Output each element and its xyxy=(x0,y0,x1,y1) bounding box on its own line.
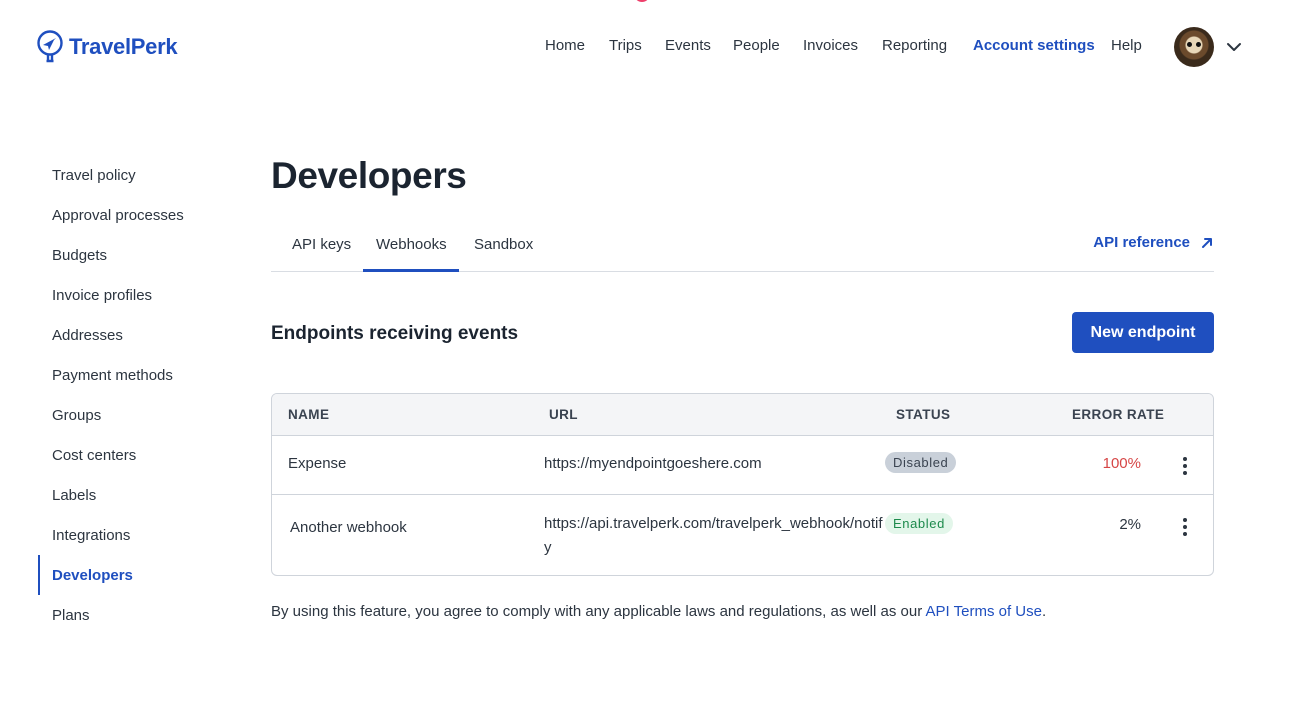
status-badge: Disabled xyxy=(885,452,957,473)
nav-help[interactable]: Help xyxy=(1111,37,1142,54)
section-title: Endpoints receiving events xyxy=(271,323,519,344)
new-endpoint-button[interactable]: New endpoint xyxy=(1072,312,1214,353)
sidebar-item-addresses[interactable]: Addresses xyxy=(38,315,238,355)
endpoints-table: NAME URL STATUS ERROR RATE Expense https… xyxy=(271,393,1214,576)
nav-reporting[interactable]: Reporting xyxy=(882,37,947,54)
column-header-name: NAME xyxy=(288,407,330,422)
table-row[interactable]: Expense https://myendpointgoeshere.com D… xyxy=(272,436,1213,495)
more-options-icon[interactable] xyxy=(1175,456,1195,476)
sidebar-item-developers[interactable]: Developers xyxy=(38,555,238,595)
sidebar-item-labels[interactable]: Labels xyxy=(38,475,238,515)
settings-sidebar: Travel policy Approval processes Budgets… xyxy=(38,155,238,635)
sidebar-item-payment-methods[interactable]: Payment methods xyxy=(38,355,238,395)
more-options-icon[interactable] xyxy=(1175,517,1195,537)
sidebar-item-budgets[interactable]: Budgets xyxy=(38,235,238,275)
terms-notice-text: By using this feature, you agree to comp… xyxy=(271,603,926,620)
status-badge: Enabled xyxy=(885,513,953,534)
sidebar-item-cost-centers[interactable]: Cost centers xyxy=(38,435,238,475)
tab-api-keys[interactable]: API keys xyxy=(292,236,351,253)
api-reference-label: API reference xyxy=(1093,234,1190,251)
sidebar-item-travel-policy[interactable]: Travel policy xyxy=(38,155,238,195)
column-header-error-rate: ERROR RATE xyxy=(1072,407,1165,422)
nav-trips[interactable]: Trips xyxy=(609,37,642,54)
sidebar-item-groups[interactable]: Groups xyxy=(38,395,238,435)
error-rate: 2% xyxy=(1119,516,1141,533)
terms-notice: By using this feature, you agree to comp… xyxy=(271,603,1046,620)
error-rate: 100% xyxy=(1102,455,1141,472)
top-header: TravelPerk Home Trips Events People Invo… xyxy=(0,0,1289,94)
nav-invoices[interactable]: Invoices xyxy=(803,37,858,54)
page-title: Developers xyxy=(271,155,467,196)
tab-webhooks[interactable]: Webhooks xyxy=(376,236,447,253)
sidebar-item-plans[interactable]: Plans xyxy=(38,595,238,635)
airplane-logo-icon xyxy=(37,30,63,63)
chevron-down-icon[interactable] xyxy=(1226,39,1242,55)
active-tab-indicator xyxy=(363,269,459,272)
table-row[interactable]: Another webhook https://api.travelperk.c… xyxy=(272,495,1213,575)
endpoint-name: Another webhook xyxy=(290,519,407,536)
sidebar-item-invoice-profiles[interactable]: Invoice profiles xyxy=(38,275,238,315)
endpoint-url: https://myendpointgoeshere.com xyxy=(544,455,762,472)
api-reference-link[interactable]: API reference xyxy=(1093,234,1214,251)
api-terms-link[interactable]: API Terms of Use xyxy=(926,603,1042,620)
endpoint-name: Expense xyxy=(288,455,347,472)
column-header-status: STATUS xyxy=(896,407,951,422)
nav-home[interactable]: Home xyxy=(545,37,585,54)
terms-notice-end: . xyxy=(1041,603,1047,620)
sidebar-item-integrations[interactable]: Integrations xyxy=(38,515,238,555)
avatar-eye xyxy=(1196,42,1201,47)
endpoint-url: https://api.travelperk.com/travelperk_we… xyxy=(544,515,883,556)
developer-tabs: API keys Webhooks Sandbox API reference xyxy=(271,227,1214,272)
nav-account-settings[interactable]: Account settings xyxy=(973,37,1095,54)
tab-sandbox[interactable]: Sandbox xyxy=(474,236,533,253)
brand-logo[interactable]: TravelPerk xyxy=(37,30,178,64)
avatar[interactable] xyxy=(1174,27,1214,67)
column-header-url: URL xyxy=(549,407,578,422)
avatar-eye xyxy=(1187,42,1192,47)
table-header: NAME URL STATUS ERROR RATE xyxy=(272,394,1213,436)
nav-people[interactable]: People xyxy=(733,37,780,54)
brand-name: TravelPerk xyxy=(69,34,178,59)
nav-events[interactable]: Events xyxy=(665,37,711,54)
external-link-arrow-icon xyxy=(1202,237,1212,248)
sidebar-item-approval-processes[interactable]: Approval processes xyxy=(38,195,238,235)
